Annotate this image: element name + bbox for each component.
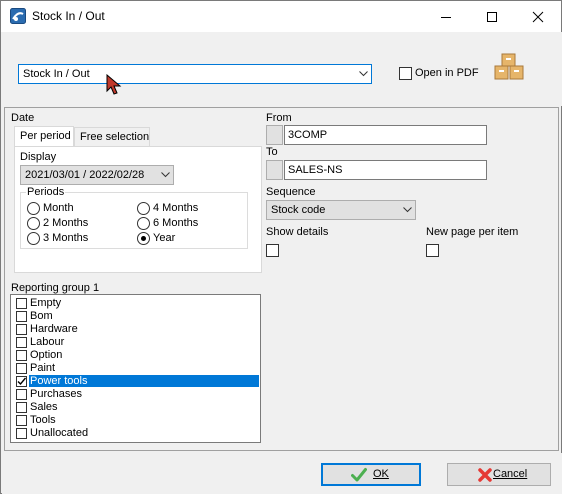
period-6-months-radio[interactable] (137, 217, 150, 230)
app-icon (10, 8, 26, 24)
to-input[interactable]: SALES-NS (284, 160, 487, 180)
display-label: Display (20, 151, 57, 163)
ok-button[interactable]: OK (321, 463, 421, 486)
chevron-down-icon (161, 172, 170, 178)
list-item-label: Labour (30, 336, 65, 348)
list-item-label: Sales (30, 401, 58, 413)
period-year-radio[interactable] (137, 232, 150, 245)
stock-in-out-window: Stock In / Out Stock In / Out Open in PD… (0, 0, 562, 494)
tab-free-selection[interactable]: Free selection (74, 127, 150, 146)
report-selection-area: Stock In / Out Open in PDF (2, 32, 562, 106)
to-value: SALES-NS (288, 164, 343, 176)
periods-label: Periods (26, 186, 66, 198)
list-item-checkbox[interactable] (16, 337, 27, 348)
list-item-checkbox[interactable] (16, 428, 27, 439)
list-item[interactable]: Unallocated (11, 427, 260, 441)
date-label: Date (11, 112, 35, 124)
reporting-group-label: Reporting group 1 (11, 282, 100, 294)
open-in-pdf-label: Open in PDF (415, 67, 479, 79)
from-label: From (266, 112, 292, 124)
ok-button-label: OK (373, 468, 389, 480)
period-2-months-radio[interactable] (27, 217, 40, 230)
window-title: Stock In / Out (32, 9, 105, 23)
period-2-months-label: 2 Months (43, 217, 89, 229)
report-select[interactable]: Stock In / Out (18, 64, 372, 84)
period-4-months-label: 4 Months (153, 202, 199, 214)
list-item-label: Purchases (30, 388, 82, 400)
cancel-button-label: Cancel (493, 468, 528, 480)
from-lookup-button[interactable] (266, 125, 283, 145)
period-month-label: Month (43, 202, 74, 214)
maximize-icon (487, 12, 497, 22)
from-value: 3COMP (288, 129, 328, 141)
reporting-group-list[interactable]: Empty Bom Hardware Labour Option Paint P… (10, 294, 261, 443)
boxes-icon[interactable] (493, 53, 527, 86)
cancel-button[interactable]: Cancel (447, 463, 551, 486)
mouse-cursor-icon (106, 74, 122, 95)
chevron-down-icon (359, 71, 368, 77)
tab-per-period[interactable]: Per period (14, 126, 74, 146)
list-item-checkbox[interactable] (16, 363, 27, 374)
checkmark-icon (351, 468, 367, 482)
maximize-button[interactable] (469, 1, 515, 32)
from-input[interactable]: 3COMP (284, 125, 487, 145)
tab-free-selection-label: Free selection (80, 131, 150, 143)
period-year-label: Year (153, 232, 176, 244)
sequence-select[interactable]: Stock code (266, 200, 416, 220)
show-details-label: Show details (266, 226, 329, 238)
period-6-months-label: 6 Months (153, 217, 199, 229)
per-period-panel: Display 2021/03/01 / 2022/02/28 Periods … (14, 146, 262, 273)
period-month-radio[interactable] (27, 202, 40, 215)
chevron-down-icon (403, 207, 412, 213)
list-item-checkbox[interactable] (16, 311, 27, 322)
list-item-checkbox[interactable] (16, 350, 27, 361)
list-item-label: Empty (30, 297, 62, 309)
close-button[interactable] (515, 1, 561, 32)
list-item-checkbox[interactable] (16, 376, 27, 387)
minimize-button[interactable] (423, 1, 469, 32)
button-bar: OK Cancel (2, 453, 562, 494)
period-4-months-radio[interactable] (137, 202, 150, 215)
list-item-label: Option (30, 349, 63, 361)
list-item-checkbox[interactable] (16, 298, 27, 309)
sequence-value: Stock code (271, 204, 326, 216)
display-select[interactable]: 2021/03/01 / 2022/02/28 (20, 165, 174, 185)
report-select-value: Stock In / Out (23, 68, 90, 80)
list-item-checkbox[interactable] (16, 324, 27, 335)
to-label: To (266, 146, 278, 158)
list-item-label: Unallocated (30, 427, 89, 439)
list-item-label: Bom (30, 310, 53, 322)
new-page-per-item-checkbox[interactable] (426, 244, 439, 257)
new-page-per-item-label: New page per item (426, 226, 519, 238)
open-in-pdf-checkbox[interactable] (399, 67, 412, 80)
display-select-value: 2021/03/01 / 2022/02/28 (25, 169, 145, 181)
close-icon (532, 11, 544, 23)
list-item-label: Paint (30, 362, 56, 374)
title-bar: Stock In / Out (1, 1, 561, 32)
minimize-icon (441, 17, 451, 18)
to-lookup-button[interactable] (266, 160, 283, 180)
list-item-label: Power tools (29, 375, 259, 387)
checkmark-icon (17, 377, 27, 386)
list-item-checkbox[interactable] (16, 402, 27, 413)
periods-group: Periods Month 4 Months 2 Months 6 Months… (20, 186, 248, 249)
list-item-checkbox[interactable] (16, 389, 27, 400)
list-item-label: Tools (30, 414, 56, 426)
show-details-checkbox[interactable] (266, 244, 279, 257)
sequence-label: Sequence (266, 186, 316, 198)
period-3-months-radio[interactable] (27, 232, 40, 245)
cancel-x-icon (478, 468, 492, 482)
list-item-label: Hardware (30, 323, 78, 335)
period-3-months-label: 3 Months (43, 232, 89, 244)
list-item-checkbox[interactable] (16, 415, 27, 426)
tab-per-period-label: Per period (20, 130, 71, 142)
